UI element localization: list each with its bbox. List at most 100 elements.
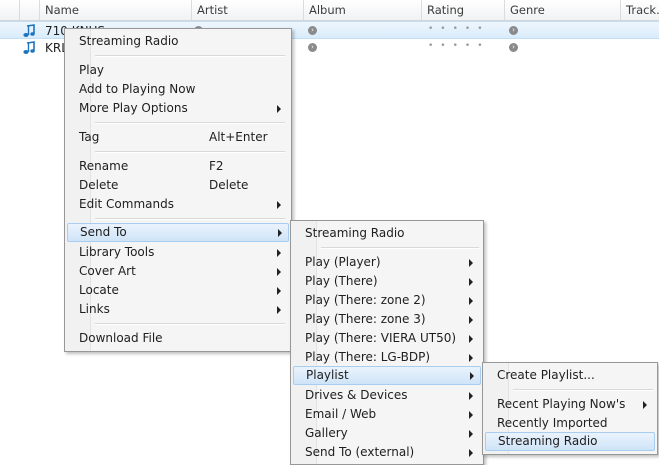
menu-item-play-player[interactable]: Play (Player) bbox=[293, 253, 479, 272]
menu-separator bbox=[95, 151, 285, 153]
submenu-arrow-icon bbox=[278, 229, 282, 237]
menu-item-label: Play (Player) bbox=[305, 255, 381, 269]
menu-item-label: Send To (external) bbox=[305, 445, 415, 459]
submenu-arrow-icon bbox=[469, 316, 473, 324]
genre-link-icon[interactable]: › bbox=[509, 26, 518, 35]
menu-item-drives-devices[interactable]: Drives & Devices bbox=[293, 386, 479, 405]
menu-item-streaming-radio[interactable]: Streaming Radio bbox=[485, 432, 655, 451]
column-header-name[interactable]: Name bbox=[40, 0, 192, 20]
submenu-arrow-icon bbox=[277, 268, 281, 276]
menu-item-recent-playing-nows[interactable]: Recent Playing Now's bbox=[485, 395, 653, 414]
rating-stars[interactable]: ••••• bbox=[428, 22, 490, 40]
menu-item-playlist[interactable]: Playlist bbox=[293, 366, 481, 385]
menu-item-add-to-playing-now[interactable]: Add to Playing Now bbox=[67, 80, 287, 99]
menu-item-label: Library Tools bbox=[79, 245, 155, 259]
submenu-arrow-icon bbox=[469, 259, 473, 267]
submenu-arrow-icon bbox=[277, 105, 281, 113]
menu-separator bbox=[95, 218, 285, 220]
submenu-arrow-icon bbox=[643, 401, 647, 409]
menu-item-cover-art[interactable]: Cover Art bbox=[67, 262, 287, 281]
album-link-icon[interactable]: › bbox=[308, 43, 317, 52]
menu-item-label: Rename bbox=[79, 159, 129, 173]
submenu-arrow-icon bbox=[469, 449, 473, 457]
submenu-arrow-icon bbox=[469, 392, 473, 400]
menu-item-label: Locate bbox=[79, 283, 119, 297]
menu-separator bbox=[95, 55, 285, 57]
menu-item-download-file[interactable]: Download File bbox=[67, 329, 287, 348]
menu-item-label: Streaming Radio bbox=[498, 434, 598, 448]
menu-item-edit-commands[interactable]: Edit Commands bbox=[67, 195, 287, 214]
menu-item-label: Gallery bbox=[305, 426, 348, 440]
submenu-arrow-icon bbox=[277, 306, 281, 314]
column-header-rating[interactable]: Rating bbox=[422, 0, 505, 20]
menu-item-send-to[interactable]: Send To bbox=[67, 223, 289, 242]
menu-item-tag[interactable]: Tag Alt+Enter bbox=[67, 128, 287, 147]
submenu-arrow-icon bbox=[469, 278, 473, 286]
menu-item-play[interactable]: Play bbox=[67, 61, 287, 80]
menu-item-label: More Play Options bbox=[79, 101, 188, 115]
menu-item-shortcut: F2 bbox=[209, 159, 224, 173]
column-header-blank-1[interactable] bbox=[0, 0, 20, 20]
column-header-artist[interactable]: Artist bbox=[192, 0, 304, 20]
menu-item-links[interactable]: Links bbox=[67, 300, 287, 319]
column-header-genre[interactable]: Genre bbox=[505, 0, 621, 20]
menu-item-play-there-zone-2[interactable]: Play (There: zone 2) bbox=[293, 291, 479, 310]
column-header-track[interactable]: Track. bbox=[621, 0, 659, 20]
column-header-album[interactable]: Album bbox=[304, 0, 422, 20]
menu-separator bbox=[95, 122, 285, 124]
menu-item-shortcut: Alt+Enter bbox=[209, 130, 268, 144]
menu-item-label: Play (There: VIERA UT50) bbox=[305, 331, 457, 345]
menu-item-label: Play (There: zone 2) bbox=[305, 293, 426, 307]
menu-separator bbox=[321, 247, 479, 249]
menu-item-label: Delete bbox=[79, 178, 119, 192]
menu-item-label: Recent Playing Now's bbox=[497, 397, 626, 411]
music-note-icon bbox=[23, 41, 35, 54]
column-header-blank-2[interactable] bbox=[20, 0, 40, 20]
menu-item-more-play-options[interactable]: More Play Options bbox=[67, 99, 287, 118]
menu-item-label: Play bbox=[79, 63, 105, 77]
menu-item-label: Email / Web bbox=[305, 407, 377, 421]
menu-item-play-there-zone-3[interactable]: Play (There: zone 3) bbox=[293, 310, 479, 329]
playlist-submenu: Create Playlist... Recent Playing Now's … bbox=[482, 362, 658, 455]
send-to-submenu: Streaming Radio Play (Player) Play (Ther… bbox=[290, 220, 484, 465]
menu-item-gallery[interactable]: Gallery bbox=[293, 424, 479, 443]
menu-item-play-there-lg-bdp[interactable]: Play (There: LG-BDP) bbox=[293, 348, 479, 367]
menu-item-label: Edit Commands bbox=[79, 197, 174, 211]
menu-item-shortcut: Delete bbox=[209, 178, 249, 192]
submenu-arrow-icon bbox=[469, 430, 473, 438]
music-note-icon bbox=[23, 24, 35, 37]
menu-item-locate[interactable]: Locate bbox=[67, 281, 287, 300]
menu-item-label: Recently Imported bbox=[497, 416, 608, 430]
menu-item-label: Add to Playing Now bbox=[79, 82, 196, 96]
menu-item-label: Drives & Devices bbox=[305, 388, 408, 402]
genre-link-icon[interactable]: › bbox=[509, 43, 518, 52]
menu-item-library-tools[interactable]: Library Tools bbox=[67, 243, 287, 262]
menu-item-play-there-viera[interactable]: Play (There: VIERA UT50) bbox=[293, 329, 479, 348]
submenu-arrow-icon bbox=[469, 335, 473, 343]
menu-item-label: Cover Art bbox=[79, 264, 136, 278]
submenu-arrow-icon bbox=[469, 297, 473, 305]
menu-item-email-web[interactable]: Email / Web bbox=[293, 405, 479, 424]
menu-item-label: Streaming Radio bbox=[79, 34, 179, 48]
submenu-arrow-icon bbox=[277, 287, 281, 295]
album-link-icon[interactable]: › bbox=[308, 26, 317, 35]
menu-item-streaming-radio[interactable]: Streaming Radio bbox=[293, 224, 479, 243]
menu-item-streaming-radio[interactable]: Streaming Radio bbox=[67, 32, 287, 51]
menu-item-label: Send To bbox=[80, 225, 127, 239]
menu-separator bbox=[513, 389, 653, 391]
submenu-arrow-icon bbox=[277, 201, 281, 209]
menu-item-delete[interactable]: Delete Delete bbox=[67, 176, 287, 195]
menu-item-play-there[interactable]: Play (There) bbox=[293, 272, 479, 291]
menu-item-recently-imported[interactable]: Recently Imported bbox=[485, 414, 653, 433]
menu-item-label: Play (There) bbox=[305, 274, 378, 288]
menu-item-create-playlist[interactable]: Create Playlist... bbox=[485, 366, 653, 385]
submenu-arrow-icon bbox=[469, 411, 473, 419]
submenu-arrow-icon bbox=[277, 249, 281, 257]
menu-item-label: Play (There: LG-BDP) bbox=[305, 350, 431, 364]
column-header-bar: Name Artist Album Rating Genre Track. bbox=[0, 0, 659, 21]
menu-item-rename[interactable]: Rename F2 bbox=[67, 157, 287, 176]
menu-item-label: Tag bbox=[79, 130, 100, 144]
menu-item-label: Links bbox=[79, 302, 110, 316]
rating-stars[interactable]: ••••• bbox=[428, 39, 490, 57]
menu-item-send-to-external[interactable]: Send To (external) bbox=[293, 443, 479, 462]
